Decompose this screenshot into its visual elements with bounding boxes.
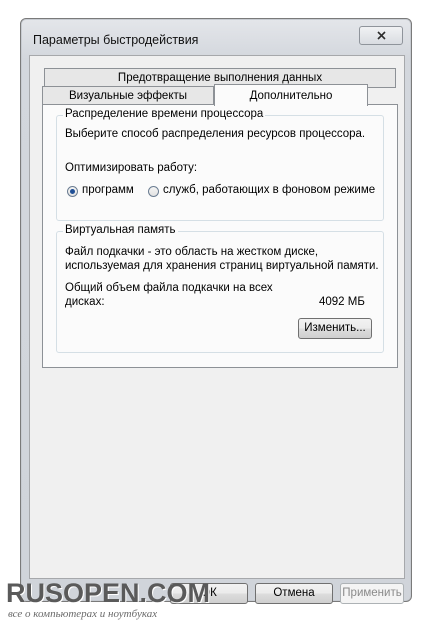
total-paging-file-value: 4092 МБ <box>319 296 365 308</box>
dialog-client-area: Предотвращение выполнения данных Визуаль… <box>29 55 405 604</box>
performance-options-dialog: Параметры быстродействия Предотвращение … <box>20 18 412 604</box>
close-button[interactable] <box>359 26 403 45</box>
programs-radio-label[interactable]: программ <box>82 184 134 196</box>
virtual-memory-description-line1: Файл подкачки - это область на жестком д… <box>65 246 319 258</box>
total-paging-file-label-line2: дисках: <box>65 296 105 308</box>
advanced-tab-panel: Распределение времени процессора Выберит… <box>42 104 398 368</box>
total-paging-file-label-line1: Общий объем файла подкачки на всех <box>65 282 273 294</box>
processor-scheduling-description: Выберите способ распределения ресурсов п… <box>65 128 366 140</box>
cancel-button[interactable]: Отмена <box>255 583 333 604</box>
background-services-radio-label[interactable]: служб, работающих в фоновом режиме <box>163 184 375 196</box>
tab-visual-effects[interactable]: Визуальные эффекты <box>42 86 214 106</box>
optimize-label: Оптимизировать работу: <box>65 162 198 174</box>
tab-advanced[interactable]: Дополнительно <box>214 84 368 106</box>
window-title: Параметры быстродействия <box>33 33 199 47</box>
virtual-memory-legend: Виртуальная память <box>63 224 178 236</box>
programs-radio[interactable] <box>67 186 78 197</box>
background-services-radio[interactable] <box>148 186 159 197</box>
title-bar[interactable]: Параметры быстродействия <box>21 19 411 55</box>
processor-scheduling-legend: Распределение времени процессора <box>63 108 266 120</box>
watermark-tagline: все о компьютерах и ноутбуках <box>8 608 158 620</box>
virtual-memory-description-line2: используемая для хранения страниц виртуа… <box>65 260 379 272</box>
apply-button[interactable]: Применить <box>340 583 404 604</box>
change-virtual-memory-button[interactable]: Изменить... <box>298 318 372 339</box>
site-watermark: RUSOPEN.COM все о компьютерах и ноутбука… <box>6 578 211 620</box>
virtual-memory-group: Виртуальная память Файл подкачки - это о… <box>56 224 384 353</box>
close-icon <box>376 31 386 40</box>
processor-scheduling-group: Распределение времени процессора Выберит… <box>56 108 384 221</box>
watermark-logo: RUSOPEN.COM <box>6 578 211 608</box>
